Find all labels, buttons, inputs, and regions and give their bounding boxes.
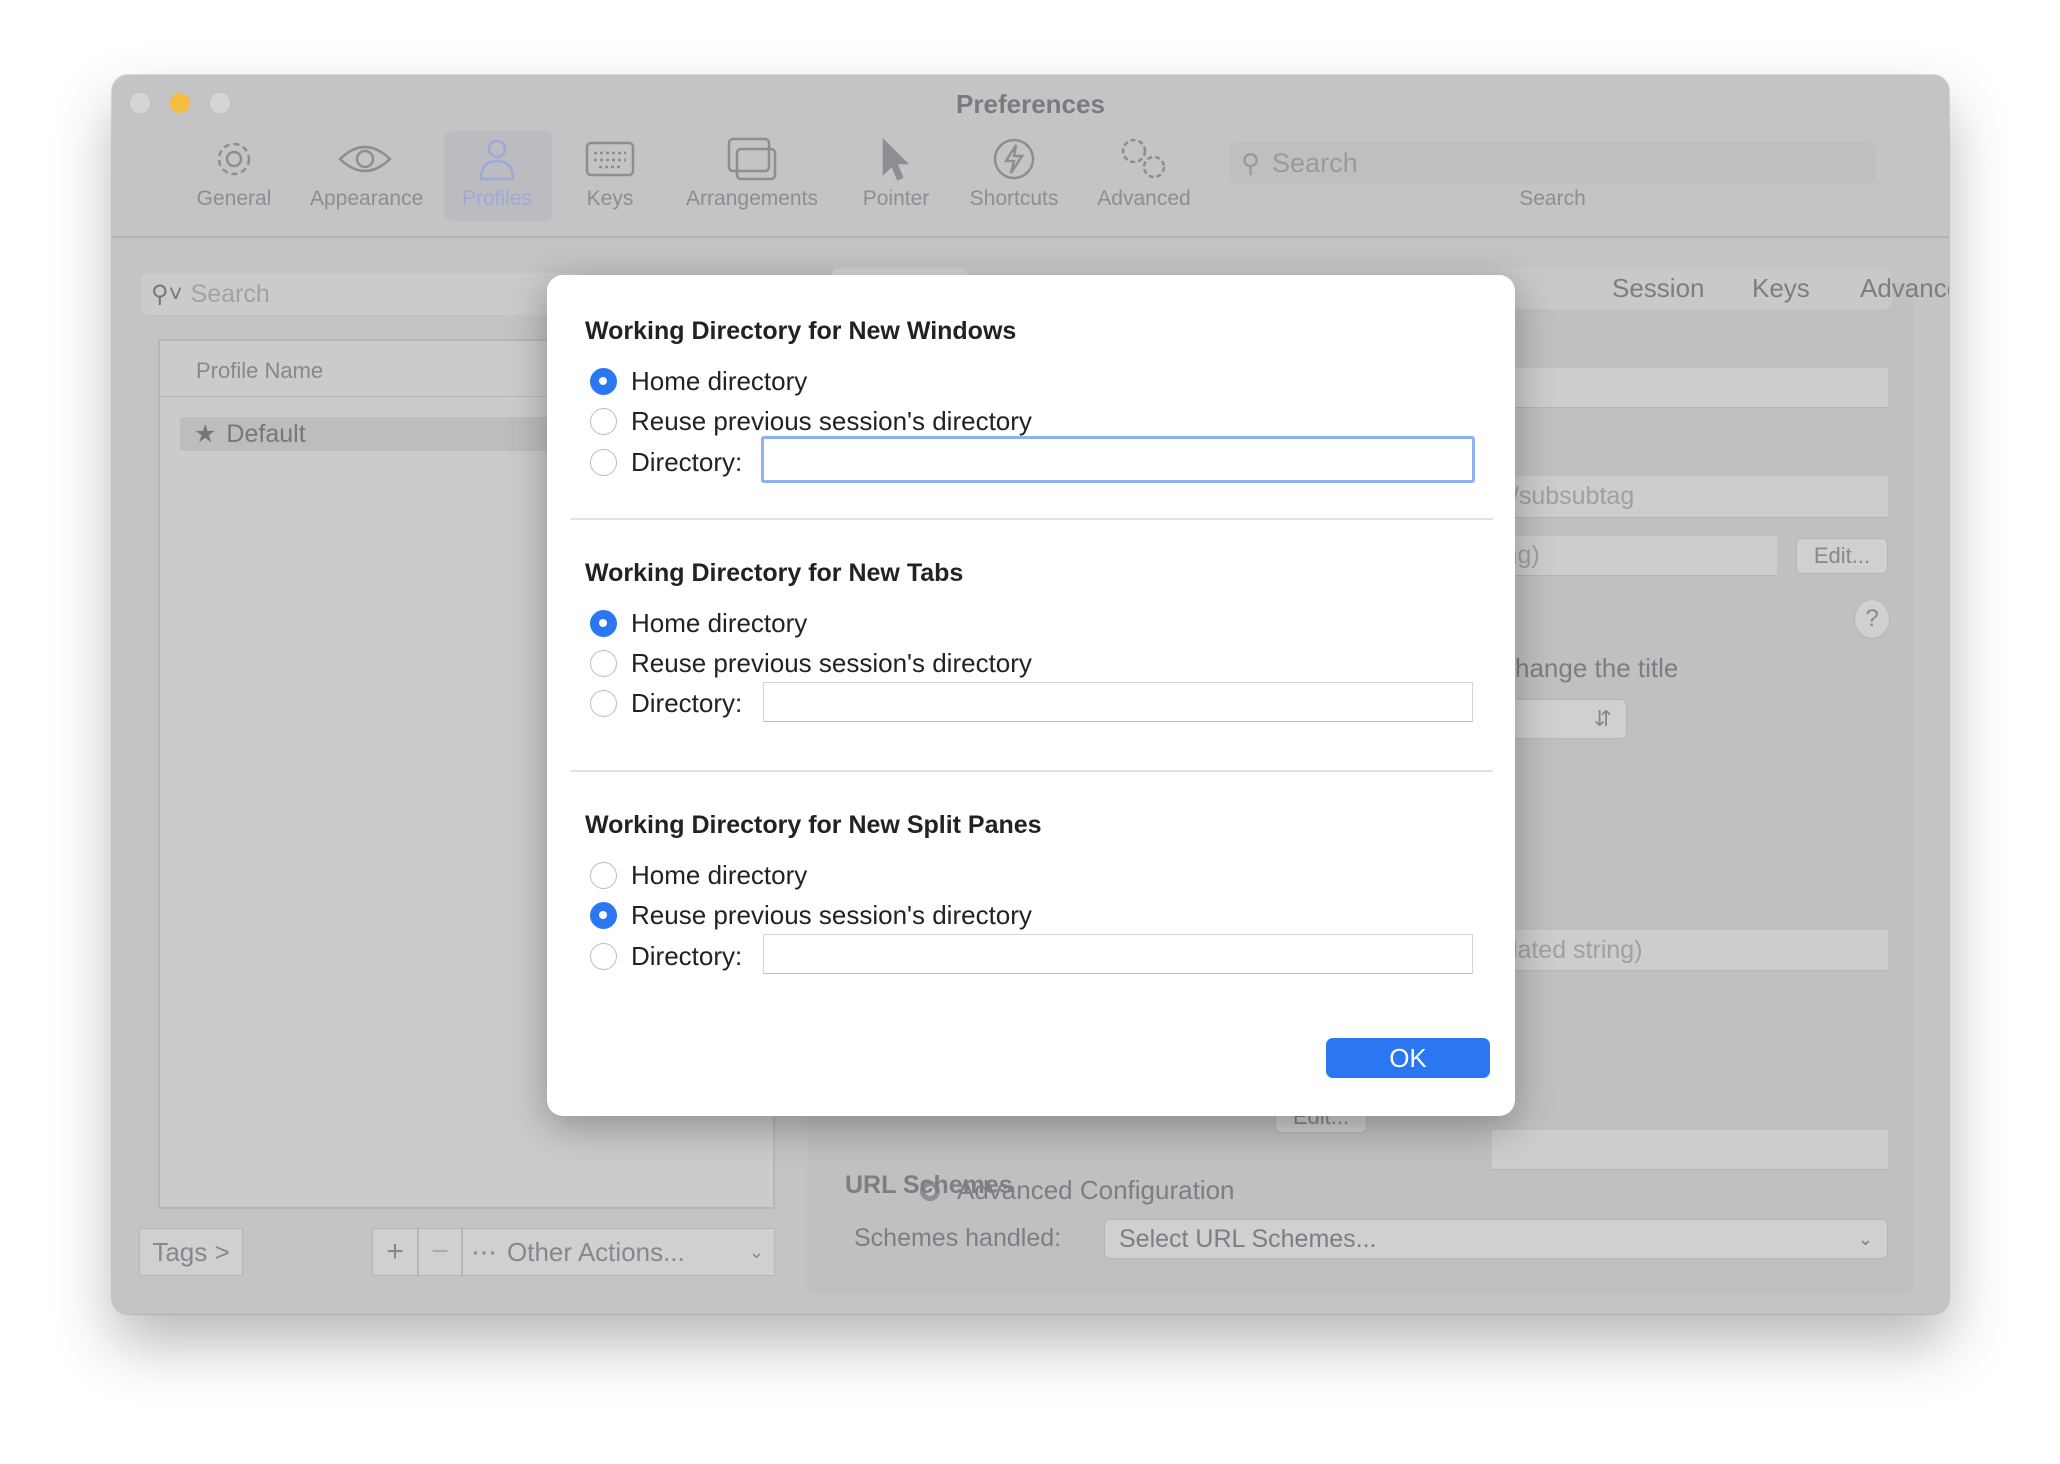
tags-field[interactable]: g/subsubtag: [1492, 476, 1888, 518]
panes-directory-input[interactable]: [763, 934, 1473, 974]
radio-panes-reuse[interactable]: [590, 902, 617, 929]
toolbar-pointer[interactable]: Pointer: [841, 131, 951, 223]
pointer-icon: [841, 131, 951, 187]
star-icon: ★: [194, 420, 217, 448]
radio-windows-directory[interactable]: [590, 449, 617, 476]
chevron-down-icon: ⌄: [748, 1241, 764, 1262]
edit-button[interactable]: Edit...: [1796, 538, 1888, 574]
search-placeholder: Search: [190, 279, 270, 308]
toolbar-label: Pointer: [862, 187, 930, 210]
interpolated-string-field[interactable]: plated string): [1492, 930, 1888, 971]
toolbar-label: Shortcuts: [969, 187, 1059, 210]
url-schemes-heading: URL Schemes: [845, 1171, 1013, 1199]
toolbar-appearance[interactable]: Appearance: [310, 131, 424, 223]
windows-icon: [677, 131, 827, 187]
option-label: Reuse previous session's directory: [631, 648, 1032, 678]
help-button[interactable]: ?: [1854, 599, 1890, 639]
updown-chevron-icon: ⇵: [1593, 706, 1612, 731]
working-directory-dialog: Working Directory for New Windows Home d…: [547, 275, 1515, 1116]
toolbar-shortcuts[interactable]: Shortcuts: [959, 131, 1069, 223]
search-icon: ⚲˅: [151, 280, 183, 308]
radio-windows-reuse[interactable]: [590, 408, 617, 435]
radio-tabs-reuse[interactable]: [590, 650, 617, 677]
person-icon: [442, 131, 552, 187]
other-actions-popup[interactable]: ⋯ Other Actions... ⌄: [462, 1228, 775, 1276]
option-label: Directory:: [631, 688, 743, 718]
tab-keys[interactable]: Keys: [1752, 273, 1810, 304]
tab-session[interactable]: Session: [1612, 273, 1705, 304]
toolbar-advanced[interactable]: Advanced: [1089, 131, 1199, 223]
profile-search-input[interactable]: ⚲˅ Search: [141, 273, 581, 315]
profile-name: Default: [226, 419, 306, 448]
ellipsis-circle-icon: ⋯: [471, 1236, 497, 1267]
search-placeholder: Search: [1272, 147, 1358, 178]
section-title-new-tabs: Working Directory for New Tabs: [585, 559, 964, 587]
radio-panes-directory[interactable]: [590, 943, 617, 970]
column-header-profile-name[interactable]: Profile Name: [196, 358, 323, 384]
schemes-handled-label: Schemes handled:: [854, 1224, 1062, 1252]
radio-tabs-directory[interactable]: [590, 690, 617, 717]
toolbar-general[interactable]: General: [179, 131, 289, 223]
gear-icon: [179, 131, 289, 187]
option-label: Directory:: [631, 941, 743, 971]
url-schemes-popup[interactable]: Select URL Schemes... ⌄: [1104, 1219, 1888, 1259]
search-icon: ⚲: [1241, 147, 1261, 178]
other-actions-label: Other Actions...: [507, 1236, 685, 1267]
toolbar-profiles[interactable]: Profiles: [442, 131, 552, 223]
keyboard-icon: [555, 131, 665, 187]
tab-advanced[interactable]: Advanced: [1860, 273, 1949, 304]
toolbar-label: Appearance: [310, 187, 424, 210]
option-label: Directory:: [631, 447, 743, 477]
tabs-directory-input[interactable]: [763, 682, 1473, 722]
radio-windows-home[interactable]: [590, 368, 617, 395]
toolbar-label: Arrangements: [686, 187, 818, 210]
toolbar-keys[interactable]: Keys: [555, 131, 665, 223]
eye-icon: [310, 131, 420, 187]
windows-directory-input[interactable]: [761, 436, 1475, 483]
toolbar-arrangements[interactable]: Arrangements: [677, 131, 827, 223]
option-label: Home directory: [631, 366, 808, 396]
option-label: Reuse previous session's directory: [631, 406, 1032, 436]
bolt-icon: [959, 131, 1069, 187]
radio-panes-home[interactable]: [590, 862, 617, 889]
add-profile-button[interactable]: +: [372, 1228, 418, 1276]
name-field[interactable]: [1492, 368, 1888, 408]
divider: [570, 770, 1493, 772]
window-title: Preferences: [956, 89, 1105, 119]
url-schemes-value: Select URL Schemes...: [1119, 1224, 1377, 1253]
change-title-label: hange the title: [1515, 653, 1679, 683]
directory-field[interactable]: [1492, 1130, 1888, 1170]
remove-profile-button[interactable]: −: [418, 1228, 462, 1276]
tags-button[interactable]: Tags >: [139, 1228, 243, 1276]
option-label: Reuse previous session's directory: [631, 900, 1032, 930]
option-label: Home directory: [631, 608, 808, 638]
search-label: Search: [1519, 187, 1586, 210]
section-title-new-split-panes: Working Directory for New Split Panes: [585, 811, 1042, 839]
option-label: Home directory: [631, 860, 808, 890]
chevron-down-icon: ⌄: [1857, 1228, 1873, 1249]
toolbar-label: Keys: [586, 187, 634, 210]
radio-tabs-home[interactable]: [590, 610, 617, 637]
toolbar-label: Profiles: [461, 187, 533, 210]
toolbar-divider: [112, 236, 1949, 238]
badge-field[interactable]: ing): [1492, 536, 1777, 576]
ok-button[interactable]: OK: [1326, 1038, 1490, 1078]
gears-icon: [1089, 131, 1199, 187]
section-title-new-windows: Working Directory for New Windows: [585, 317, 1017, 345]
toolbar-label: General: [196, 187, 272, 210]
toolbar-search-input[interactable]: ⚲ Search: [1229, 142, 1876, 184]
divider: [570, 518, 1493, 520]
toolbar-label: Advanced: [1097, 187, 1191, 210]
